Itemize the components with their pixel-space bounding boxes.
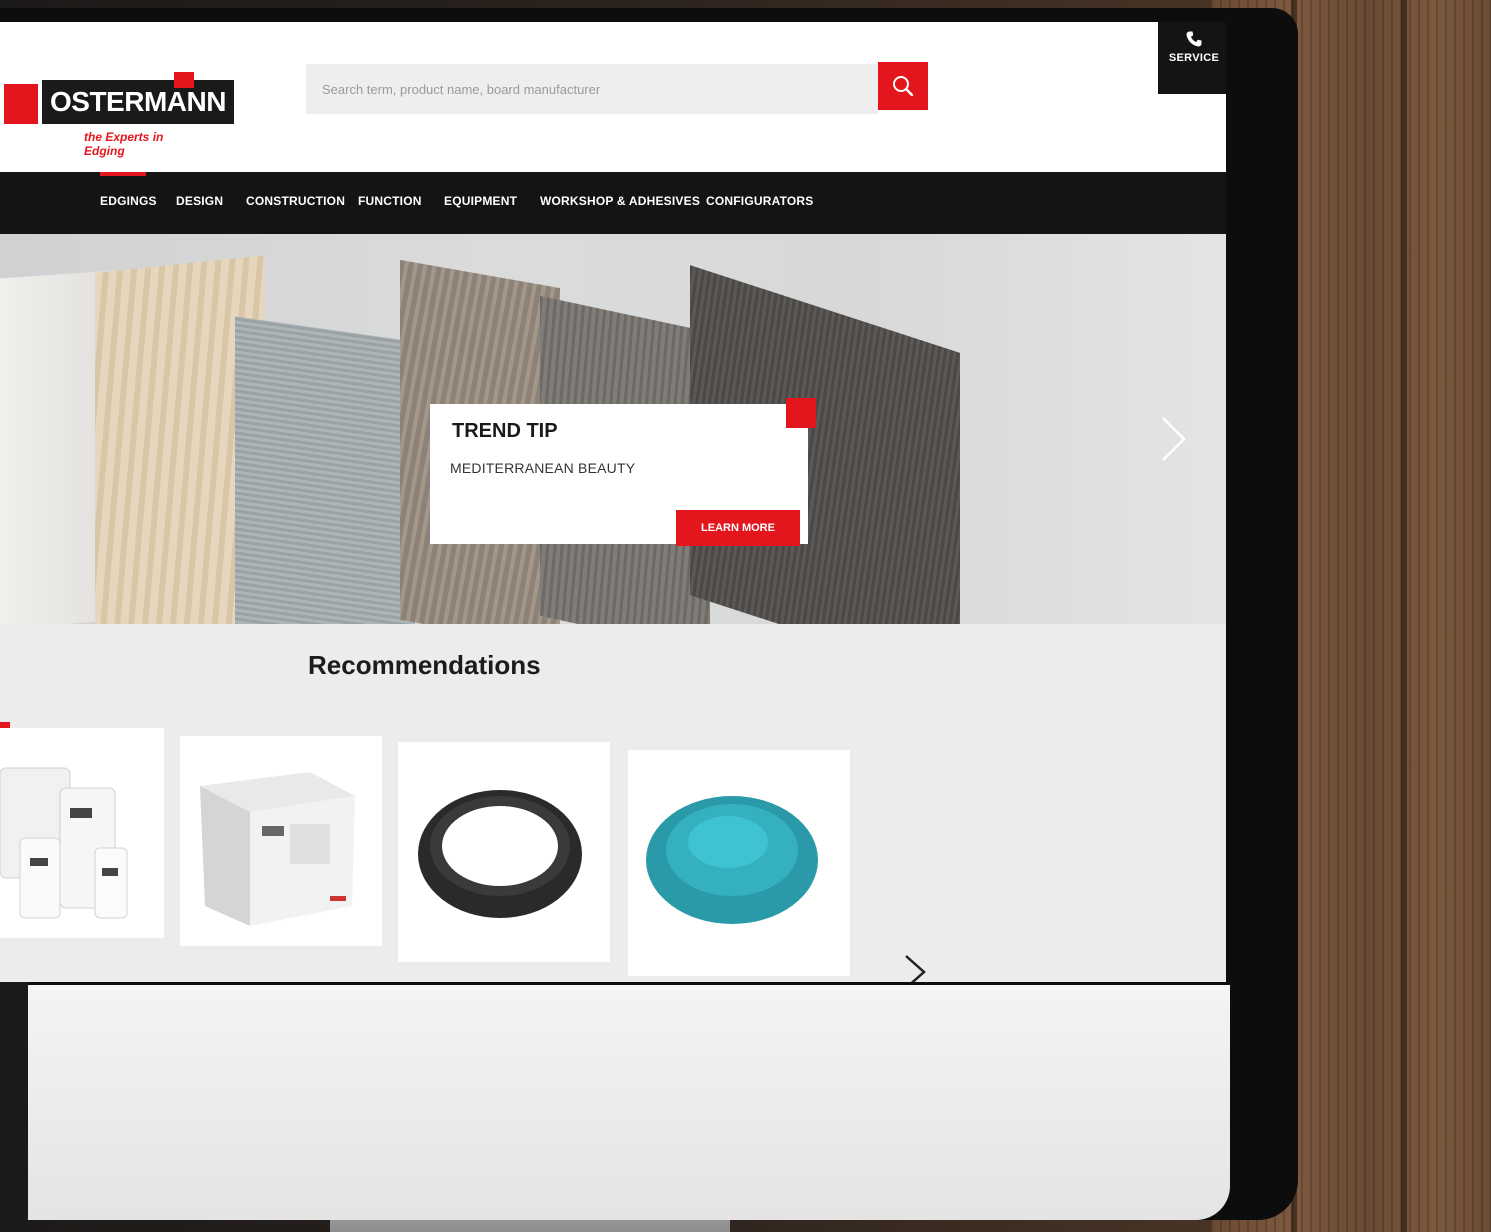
logo-red-corner — [174, 72, 194, 88]
logo-wordmark: OSTERMANN — [42, 80, 234, 124]
nav-item-workshop-adhesives[interactable]: WORKSHOP & ADHESIVES — [540, 194, 700, 208]
learn-more-button[interactable]: LEARN MORE — [676, 510, 800, 546]
logo-red-block — [4, 84, 38, 124]
product-card[interactable] — [398, 742, 610, 962]
board-sample-grey — [235, 316, 415, 624]
wood-seam — [1401, 0, 1407, 1232]
cardboard-box-icon — [200, 772, 355, 926]
service-label: SERVICE — [1168, 52, 1220, 64]
product-card[interactable] — [180, 736, 382, 946]
cleaning-bottles-icon — [0, 767, 128, 919]
nav-active-indicator — [100, 172, 146, 176]
nav-item-function[interactable]: FUNCTION — [358, 194, 422, 208]
trend-tip-title: TREND TIP — [452, 420, 558, 442]
monitor-chin — [0, 985, 1230, 1220]
site-header: OSTERMANN the Experts in Edging SERVICE — [0, 22, 1226, 172]
recommendations-section: Recommendations — [0, 624, 1226, 982]
search-icon — [893, 76, 914, 97]
trend-tip-subtitle: MEDITERRANEAN BEAUTY — [450, 460, 636, 476]
phone-icon — [1186, 31, 1202, 47]
product-card[interactable] — [628, 750, 850, 976]
turquoise-pellets-icon — [646, 796, 818, 924]
trend-card-red-corner — [786, 398, 816, 428]
trend-tip-card: TREND TIP MEDITERRANEAN BEAUTY LEARN MOR… — [430, 404, 808, 546]
service-button[interactable]: SERVICE — [1158, 22, 1226, 94]
nav-item-equipment[interactable]: EQUIPMENT — [444, 194, 517, 208]
nav-item-construction[interactable]: CONSTRUCTION — [246, 194, 345, 208]
black-ring-icon — [418, 790, 582, 918]
chevron-right-icon[interactable] — [1158, 414, 1188, 464]
search-button[interactable] — [878, 62, 928, 110]
main-navigation: EDGINGS DESIGN CONSTRUCTION FUNCTION EQU… — [0, 172, 1226, 234]
recommendations-title: Recommendations — [308, 650, 541, 680]
nav-item-design[interactable]: DESIGN — [176, 194, 223, 208]
search-input[interactable] — [306, 64, 878, 114]
chevron-right-icon[interactable] — [900, 952, 930, 982]
ostermann-logo[interactable]: OSTERMANN the Experts in Edging — [4, 72, 234, 170]
logo-tagline: the Experts in Edging — [84, 130, 164, 158]
website-screen: OSTERMANN the Experts in Edging SERVICE … — [0, 22, 1226, 982]
product-card[interactable] — [0, 728, 164, 938]
hero-slider: TREND TIP MEDITERRANEAN BEAUTY LEARN MOR… — [0, 234, 1226, 624]
nav-item-edgings[interactable]: EDGINGS — [100, 194, 157, 208]
nav-item-configurators[interactable]: CONFIGURATORS — [706, 194, 814, 208]
